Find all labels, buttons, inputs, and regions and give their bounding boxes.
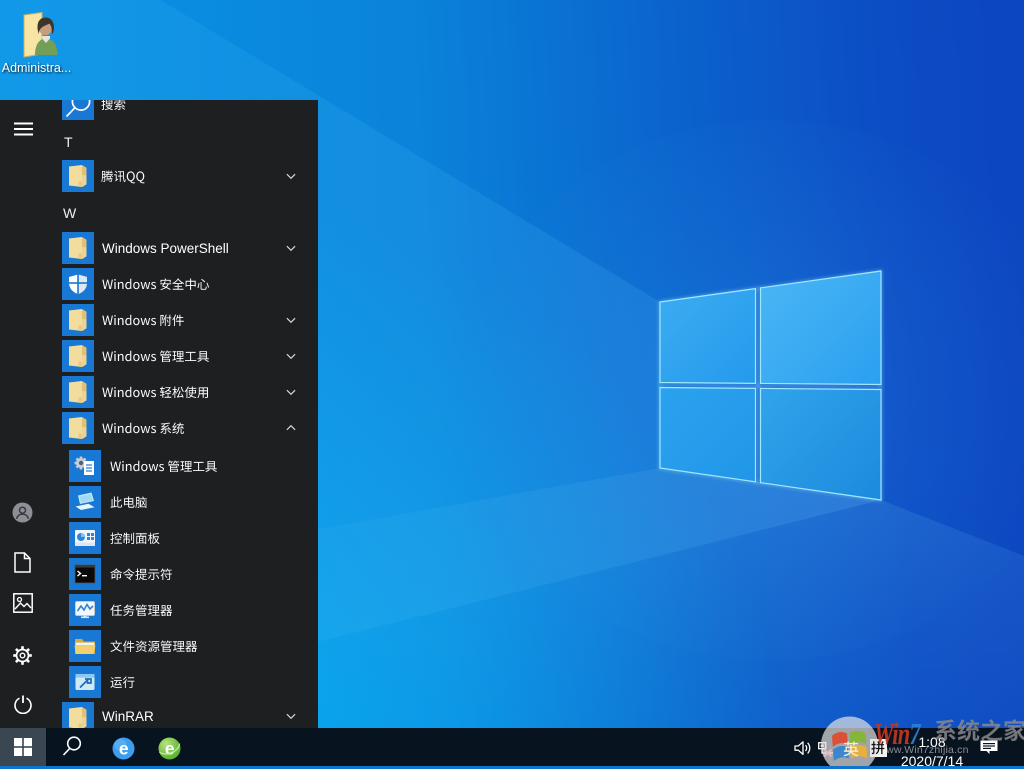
svg-text:e: e — [165, 738, 175, 758]
svg-text:e: e — [119, 738, 129, 758]
